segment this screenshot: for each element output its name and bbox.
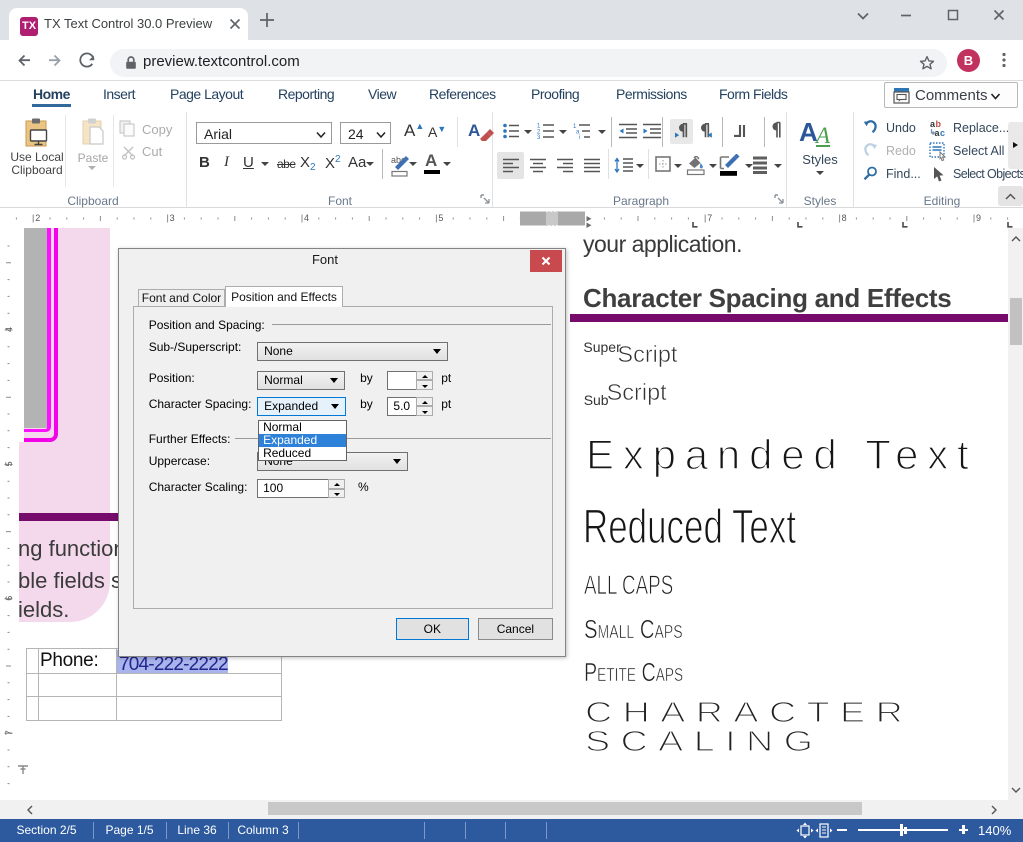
svg-text:3: 3 — [170, 213, 175, 223]
svg-text:3: 3 — [537, 135, 541, 139]
svg-text:9: 9 — [976, 213, 981, 223]
svg-text:5: 5 — [4, 461, 14, 466]
svg-text:2: 2 — [35, 213, 40, 223]
svg-text:4: 4 — [304, 213, 309, 223]
svg-text:6: 6 — [4, 596, 14, 601]
svg-text:8: 8 — [842, 213, 847, 223]
svg-text:7: 7 — [4, 730, 14, 735]
svg-text:7: 7 — [707, 213, 712, 223]
svg-text:5: 5 — [438, 213, 443, 223]
svg-text:i: i — [579, 135, 580, 139]
svg-text:c: c — [940, 128, 945, 137]
svg-text:4: 4 — [4, 327, 14, 332]
